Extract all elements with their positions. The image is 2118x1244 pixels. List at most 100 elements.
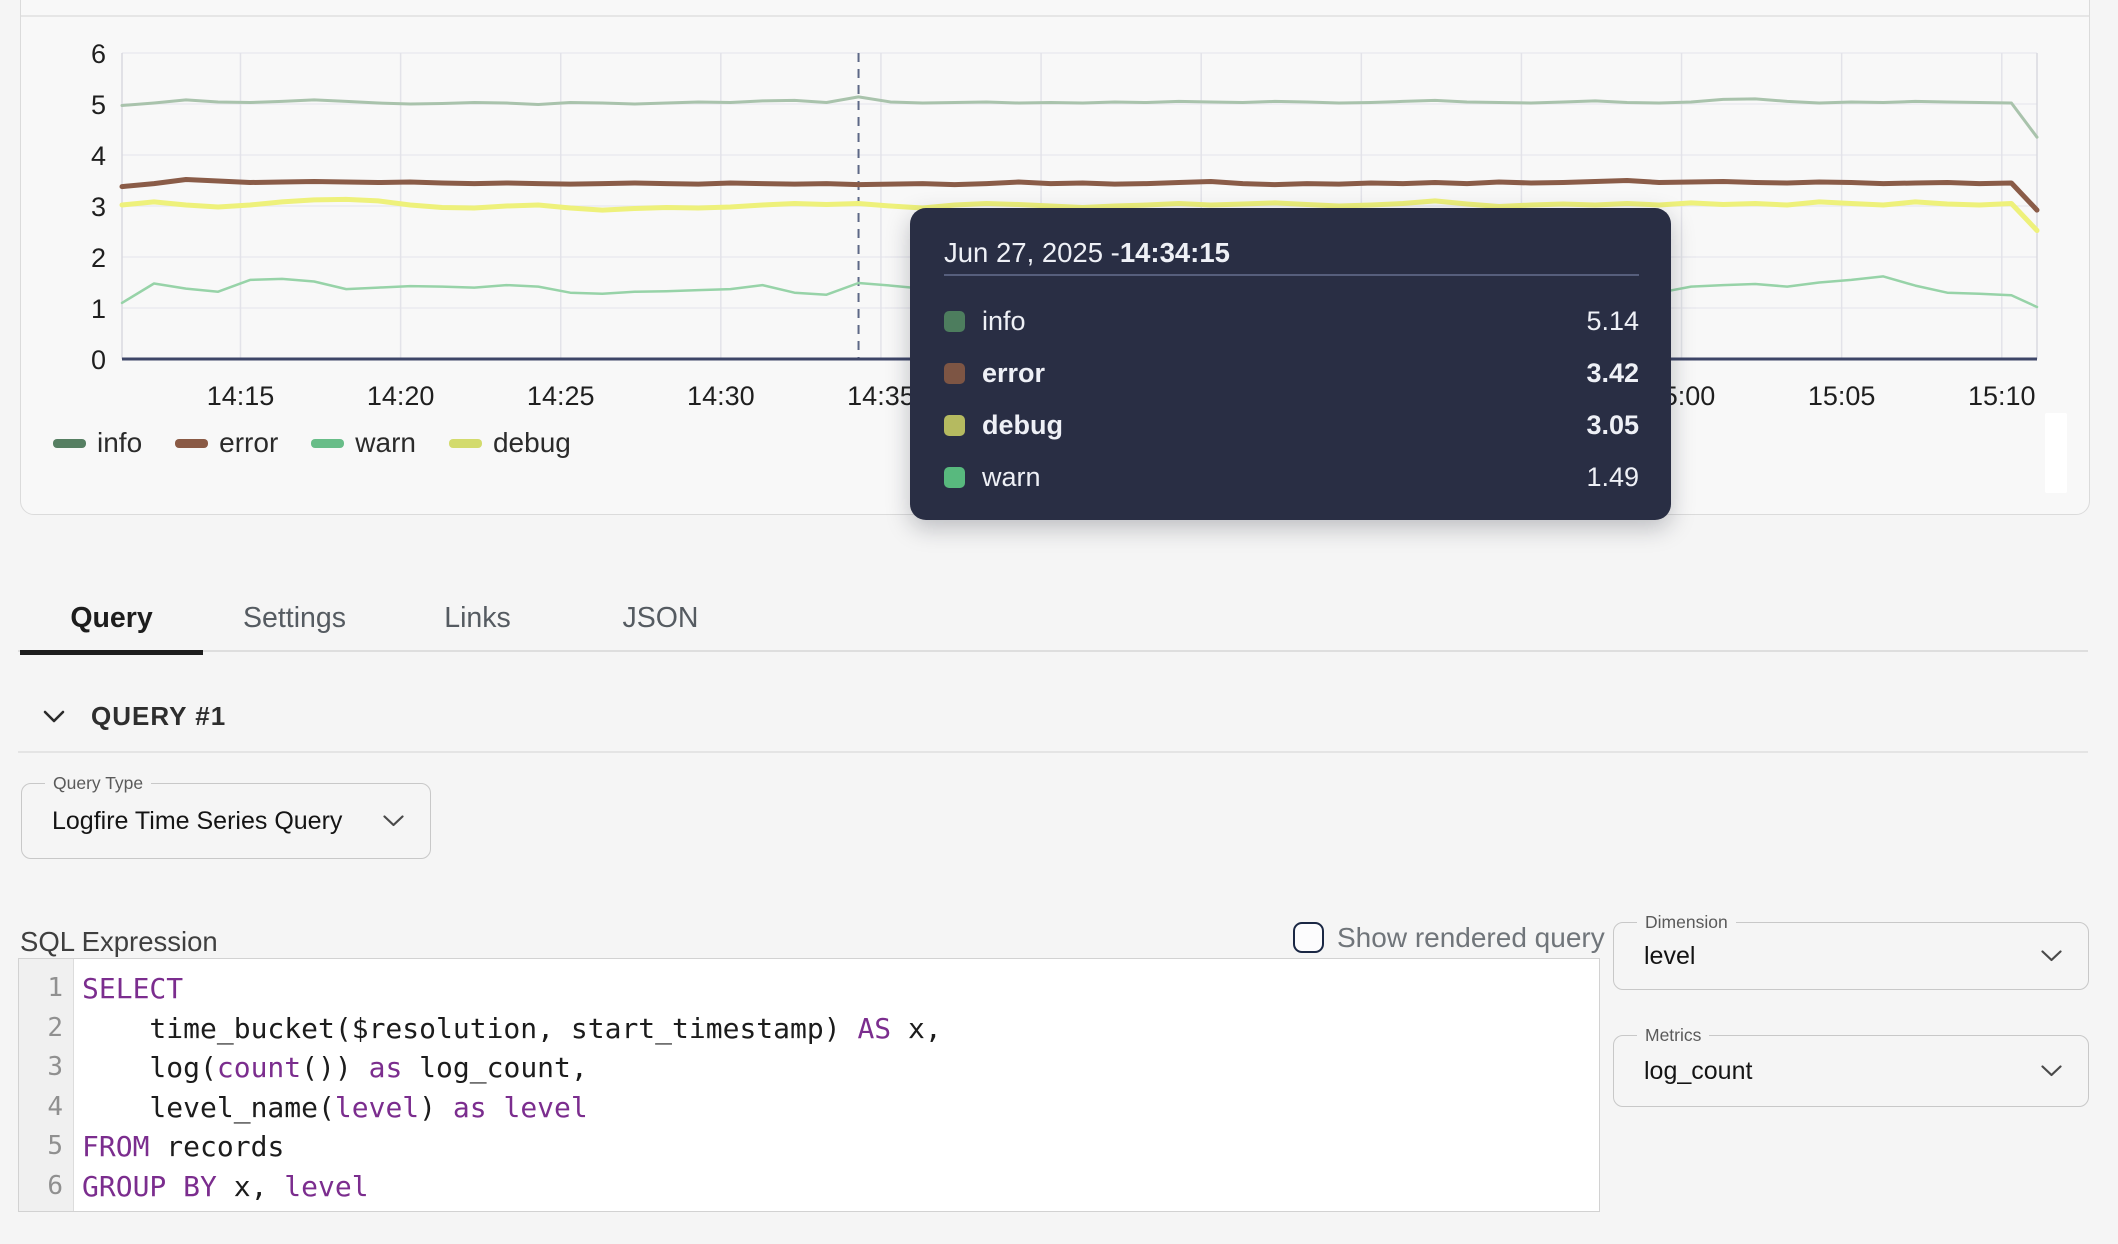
scrollbar-thumb[interactable] — [2045, 413, 2067, 493]
tooltip-date: Jun 27, 2025 - — [944, 237, 1120, 269]
chevron-down-icon — [2041, 950, 2062, 962]
code-line: GROUP BY x, level — [82, 1167, 1599, 1207]
legend-label: warn — [355, 427, 416, 459]
series-swatch-icon — [944, 415, 965, 436]
sql-keyword: level — [335, 1091, 419, 1124]
metrics-select[interactable]: Metrics log_count — [1613, 1035, 2089, 1107]
tab-label: JSON — [622, 602, 698, 635]
sql-keyword: level — [503, 1091, 587, 1124]
metrics-value: log_count — [1644, 1036, 1752, 1106]
line-number: 5 — [19, 1127, 63, 1167]
query-section-header[interactable]: QUERY #1 — [43, 698, 226, 734]
series-name: debug — [982, 410, 1063, 441]
series-value: 5.14 — [1586, 306, 1639, 337]
sql-text: x, — [217, 1170, 284, 1203]
line-number: 1 — [19, 969, 63, 1009]
y-axis-tick-label: 2 — [91, 243, 106, 273]
y-axis-tick-label: 1 — [91, 294, 106, 324]
series-value: 3.05 — [1586, 410, 1639, 441]
y-axis-tick-label: 5 — [91, 90, 106, 120]
tooltip-timestamp: Jun 27, 2025 - 14:34:15 — [944, 232, 1639, 274]
y-axis-tick-label: 0 — [91, 345, 106, 375]
tab-bar-divider — [18, 650, 2088, 652]
tab-label: Query — [70, 602, 152, 635]
x-axis-tick-label: 15:10 — [1968, 381, 2036, 411]
legend-item-info[interactable]: info — [53, 427, 142, 459]
line-number: 6 — [19, 1167, 63, 1207]
code-line: FROM records — [82, 1127, 1599, 1167]
y-axis-tick-label: 3 — [91, 192, 106, 222]
sql-text: log( — [82, 1051, 217, 1084]
x-axis-tick-label: 15:05 — [1808, 381, 1876, 411]
sql-code-editor[interactable]: 123456 SELECT time_bucket($resolution, s… — [18, 958, 1600, 1212]
sql-code[interactable]: SELECT time_bucket($resolution, start_ti… — [74, 959, 1599, 1211]
series-swatch-icon — [944, 467, 965, 488]
tab-bar: Query Settings Links JSON — [20, 586, 752, 650]
section-divider — [18, 751, 2088, 753]
tooltip-row-debug: debug 3.05 — [944, 400, 1639, 452]
tab-settings[interactable]: Settings — [203, 586, 386, 650]
chart-legend: info error warn debug — [53, 427, 571, 459]
legend-item-warn[interactable]: warn — [311, 427, 416, 459]
sql-text: time_bucket($resolution, start_timestamp… — [82, 1012, 857, 1045]
x-axis-tick-label: 14:30 — [687, 381, 755, 411]
line-number: 2 — [19, 1009, 63, 1049]
tab-links[interactable]: Links — [386, 586, 569, 650]
active-tab-underline — [20, 650, 203, 655]
tab-json[interactable]: JSON — [569, 586, 752, 650]
code-line: SELECT — [82, 969, 1599, 1009]
x-axis-tick-label: 14:35 — [847, 381, 915, 411]
chevron-down-icon — [2041, 1065, 2062, 1077]
sql-keyword: AS — [857, 1012, 891, 1045]
sql-text: level_name( — [82, 1091, 335, 1124]
sql-keyword: as — [453, 1091, 487, 1124]
series-value: 1.49 — [1586, 462, 1639, 493]
legend-label: info — [97, 427, 142, 459]
sql-keyword: SELECT — [82, 972, 183, 1005]
line-number: 4 — [19, 1088, 63, 1128]
chart-tooltip: Jun 27, 2025 - 14:34:15 info 5.14 error3.4… — [910, 208, 1671, 520]
tooltip-row-info: info 5.14 — [944, 296, 1639, 348]
legend-label: debug — [493, 427, 571, 459]
code-line: log(count()) as log_count, — [82, 1048, 1599, 1088]
series-swatch-icon — [944, 363, 965, 384]
show-rendered-query-checkbox[interactable] — [1293, 922, 1324, 953]
x-axis-tick-label: 14:15 — [207, 381, 275, 411]
legend-item-error[interactable]: error — [175, 427, 278, 459]
tab-query[interactable]: Query — [20, 586, 203, 650]
series-line-info — [122, 97, 2037, 137]
tooltip-row-error: error3.42 — [944, 348, 1639, 400]
chevron-down-icon — [383, 815, 404, 827]
tooltip-row-warn: warn1.49 — [944, 452, 1639, 504]
query-section-title: QUERY #1 — [91, 701, 226, 732]
series-swatch-icon — [944, 311, 965, 332]
legend-swatch-icon — [311, 439, 344, 448]
tooltip-time: 14:34:15 — [1120, 237, 1230, 269]
legend-swatch-icon — [449, 439, 482, 448]
legend-item-debug[interactable]: debug — [449, 427, 571, 459]
show-rendered-query-label[interactable]: Show rendered query — [1337, 922, 1605, 954]
query-type-select[interactable]: Query Type Logfire Time Series Query — [21, 783, 431, 859]
dimension-select[interactable]: Dimension level — [1613, 922, 2089, 990]
line-number-gutter: 123456 — [19, 959, 74, 1211]
sql-keyword: level — [284, 1170, 368, 1203]
sql-keyword: FROM — [82, 1130, 149, 1163]
query-type-value: Logfire Time Series Query — [52, 784, 342, 858]
y-axis-tick-label: 6 — [91, 39, 106, 69]
sql-text: ) — [419, 1091, 453, 1124]
code-line: level_name(level) as level — [82, 1088, 1599, 1128]
series-value: 3.42 — [1586, 358, 1639, 389]
sql-text — [487, 1091, 504, 1124]
sql-text: ()) — [301, 1051, 368, 1084]
legend-swatch-icon — [175, 439, 208, 448]
query-editor-page: 012345614:1514:2014:2514:3014:3514:4014:… — [0, 0, 2118, 1244]
series-name: info — [982, 306, 1026, 337]
sql-expression-label: SQL Expression — [20, 926, 218, 958]
tab-label: Settings — [243, 602, 346, 635]
sql-text: x, — [891, 1012, 942, 1045]
tab-label: Links — [444, 602, 511, 635]
dimension-value: level — [1644, 923, 1695, 989]
legend-label: error — [219, 427, 278, 459]
sql-keyword: count — [217, 1051, 301, 1084]
line-number: 3 — [19, 1048, 63, 1088]
